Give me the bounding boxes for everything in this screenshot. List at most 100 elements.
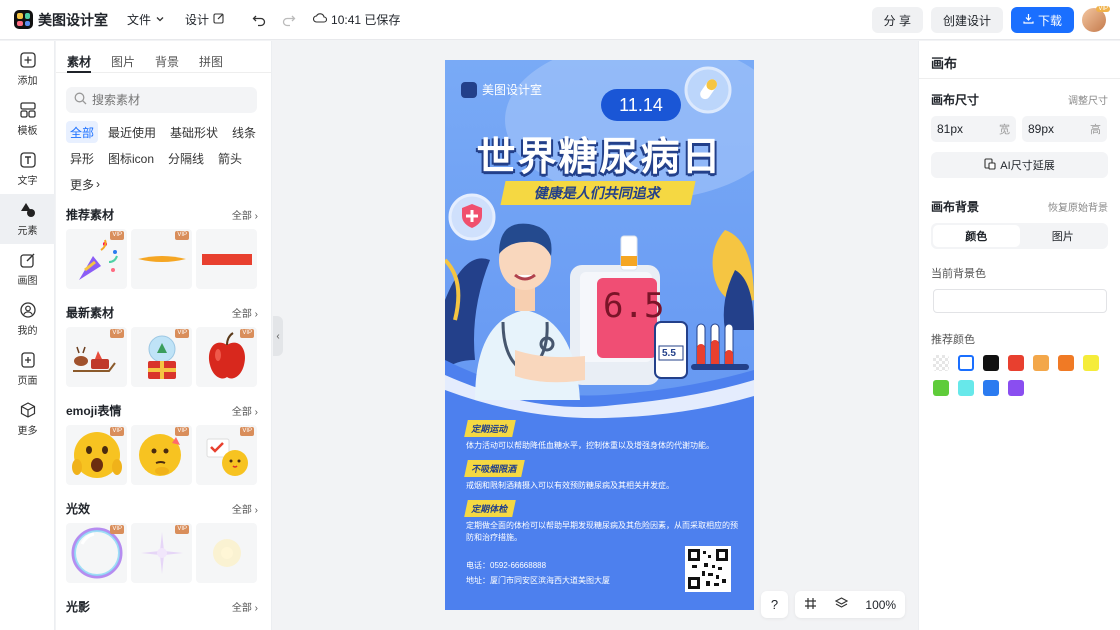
rail-item-text[interactable]: 文字 (0, 144, 55, 194)
height-value: 89px (1028, 122, 1055, 136)
tip-text[interactable]: 戒烟和限制酒精摄入可以有效预防糖尿病及其相关并发症。 (466, 480, 742, 492)
emoji-thumb[interactable]: VIP (196, 425, 257, 485)
create-design-button[interactable]: 创建设计 (930, 7, 1003, 33)
rail-item-add[interactable]: 添加 (0, 44, 55, 94)
avatar[interactable]: VIP (1082, 6, 1110, 32)
swatch-white[interactable] (958, 355, 974, 371)
chip-dividers[interactable]: 分隔线 (164, 147, 208, 169)
tab-image[interactable]: 图片 (1020, 225, 1107, 247)
date-bubble[interactable]: 11.14 (601, 89, 681, 121)
tip-heading[interactable]: 定期体检 (464, 500, 516, 517)
design-canvas[interactable]: 美图设计室 11.14 世界糖尿病日 健康是人们共同追求 6.5 5.5 定期运… (445, 60, 754, 610)
tab-images[interactable]: 图片 (111, 53, 135, 73)
chip-all[interactable]: 全部 (66, 121, 99, 143)
rail-item-draw[interactable]: 画图 (0, 244, 55, 294)
swatch-cyan[interactable] (958, 380, 974, 396)
file-menu-label: 文件 (127, 13, 152, 27)
download-button[interactable]: 下载 (1010, 7, 1074, 33)
rail-item-template[interactable]: 模板 (0, 94, 55, 144)
chip-basic-shapes[interactable]: 基础形状 (166, 121, 222, 143)
avatar-vip-badge: VIP (1096, 6, 1110, 12)
share-button[interactable]: 分 享 (871, 7, 923, 33)
zoom-level[interactable]: 100% (865, 598, 896, 612)
material-thumb[interactable]: VIP (66, 229, 127, 289)
chip-irregular[interactable]: 异形 (66, 147, 98, 169)
tip-text[interactable]: 体力活动可以帮助降低血糖水平，控制体重以及增强身体的代谢功能。 (466, 440, 742, 452)
ai-resize-button[interactable]: AI尺寸延展 (931, 152, 1108, 178)
section-all-link[interactable]: 全部 › (232, 305, 258, 320)
section-all-link[interactable]: 全部 › (232, 403, 258, 418)
help-button[interactable]: ? (761, 591, 788, 618)
swatch-black[interactable] (983, 355, 999, 371)
undo-icon[interactable] (251, 12, 267, 28)
poster-subtitle[interactable]: 健康是人们共同追求 (500, 181, 696, 205)
file-menu[interactable]: 文件 (127, 11, 165, 28)
rail-item-more[interactable]: 更多 (0, 394, 55, 444)
adjust-size-link[interactable]: 调整尺寸 (1068, 92, 1108, 107)
swatch-light-orange[interactable] (1033, 355, 1049, 371)
chip-icons[interactable]: 图标icon (104, 147, 158, 169)
material-thumb[interactable]: VIP (131, 327, 192, 387)
recommend-label: 推荐颜色 (931, 334, 975, 346)
canvas-bg-header: 画布背景 恢复原始背景 (931, 198, 1108, 215)
poster-title[interactable]: 世界糖尿病日 (445, 126, 754, 182)
section-title: 推荐素材 (66, 207, 115, 222)
rail-item-mine[interactable]: 我的 (0, 294, 55, 344)
chip-more[interactable]: 更多 › (66, 173, 104, 195)
redo-icon[interactable] (281, 12, 297, 28)
rail-item-elements[interactable]: 元素 (0, 194, 55, 244)
chip-recent[interactable]: 最近使用 (104, 121, 160, 143)
rail-label: 画图 (17, 276, 38, 287)
tip-heading[interactable]: 定期运动 (464, 420, 516, 437)
emoji-thumb[interactable]: VIP (131, 425, 192, 485)
text-icon (19, 151, 37, 169)
restore-bg-link[interactable]: 恢复原始背景 (1048, 199, 1108, 214)
collapse-panel-button[interactable]: ‹ (273, 316, 283, 356)
light-effect-thumb[interactable] (196, 523, 257, 583)
swatch-yellow[interactable] (1083, 355, 1099, 371)
tab-color[interactable]: 颜色 (933, 225, 1020, 247)
grid-icon[interactable] (804, 597, 817, 613)
swatch-blue[interactable] (983, 380, 999, 396)
section-all-link[interactable]: 全部 › (232, 599, 258, 614)
tip-heading[interactable]: 不吸烟限酒 (464, 460, 525, 477)
light-effect-thumb[interactable]: VIP (131, 523, 192, 583)
material-thumb[interactable] (196, 229, 257, 289)
emoji-thumb[interactable]: VIP (66, 425, 127, 485)
layers-icon[interactable] (834, 596, 848, 613)
section-all-link[interactable]: 全部 › (232, 207, 258, 222)
material-thumb[interactable]: VIP (131, 229, 192, 289)
light-effect-thumb[interactable]: VIP (66, 523, 127, 583)
material-thumb[interactable]: VIP (66, 327, 127, 387)
download-icon (1023, 13, 1034, 27)
app-logo[interactable]: 美图设计室 (14, 10, 114, 30)
width-field[interactable]: 81px 宽 (931, 116, 1016, 142)
swatch-red[interactable] (1008, 355, 1024, 371)
section-all-link[interactable]: 全部 › (232, 501, 258, 516)
rail-item-page[interactable]: 页面 (0, 344, 55, 394)
material-thumb[interactable]: VIP (196, 327, 257, 387)
contact-address[interactable]: 地址：厦门市同安区滨海西大道美图大厦 (466, 575, 610, 586)
tab-materials[interactable]: 素材 (67, 53, 92, 73)
swatch-purple[interactable] (1008, 380, 1024, 396)
swatch-transparent[interactable] (933, 355, 949, 371)
swatch-green[interactable] (933, 380, 949, 396)
check-chick-emoji-image (206, 438, 248, 476)
tab-collage[interactable]: 拼图 (199, 53, 223, 73)
swatch-orange[interactable] (1058, 355, 1074, 371)
contact-phone[interactable]: 电话：0592-66668888 (466, 560, 546, 571)
chip-arrows[interactable]: 箭头 (214, 147, 246, 169)
search-box[interactable] (66, 87, 257, 113)
current-color-field[interactable] (933, 289, 1107, 313)
tab-backgrounds[interactable]: 背景 (155, 53, 179, 73)
qr-code[interactable] (685, 546, 731, 592)
design-menu[interactable]: 设计 (185, 11, 225, 28)
search-input[interactable] (92, 93, 242, 107)
meter-reading: 6.5 (603, 286, 665, 326)
vip-badge: VIP (110, 231, 124, 240)
section-title: 光效 (66, 501, 91, 516)
height-field[interactable]: 89px 高 (1022, 116, 1107, 142)
tip-text[interactable]: 定期做全面的体检可以帮助早期发现糖尿病及其危险因素，从而采取相应的预防和治疗措施… (466, 520, 742, 544)
poster-brand[interactable]: 美图设计室 (461, 81, 542, 98)
chip-lines[interactable]: 线条 (228, 121, 260, 143)
